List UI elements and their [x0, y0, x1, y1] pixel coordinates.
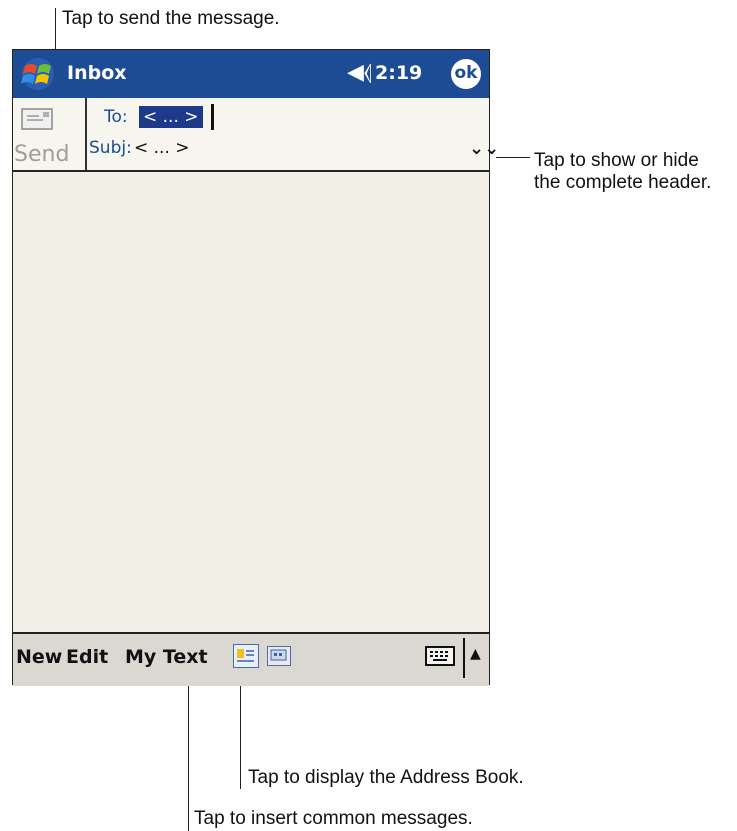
callout-send: Tap to send the message.	[62, 8, 280, 29]
callout-header-line2: the complete header.	[534, 172, 712, 193]
callout-insert-leader	[188, 671, 189, 831]
send-button[interactable]: Send	[13, 98, 87, 170]
callout-header-line1: Tap to show or hide	[534, 150, 699, 171]
text-caret	[211, 104, 214, 130]
menu-my-text[interactable]: My Text	[125, 646, 208, 668]
address-book-icon[interactable]	[233, 644, 259, 668]
windows-flag-icon	[21, 58, 54, 90]
callout-header-leader	[496, 157, 530, 158]
callout-address-book: Tap to display the Address Book.	[248, 767, 524, 788]
sip-divider	[463, 638, 465, 678]
message-body[interactable]	[13, 172, 489, 632]
callout-insert: Tap to insert common messages.	[194, 808, 473, 829]
envelope-icon	[21, 108, 53, 130]
to-label: To:	[104, 107, 128, 127]
send-label: Send	[14, 142, 70, 167]
menu-new[interactable]: New	[16, 646, 62, 668]
sip-arrow-icon[interactable]: ▲	[470, 646, 481, 662]
double-chevron-down-icon[interactable]: ⌄⌄	[469, 138, 499, 159]
device-screen: Inbox ◀⦉ 2:19 ok Send To: < ... > Subj: …	[12, 49, 499, 686]
subject-label: Subj:	[89, 138, 132, 158]
menu-bar: New Edit My Text ▲	[13, 632, 489, 686]
menu-edit[interactable]: Edit	[66, 646, 108, 668]
to-field[interactable]: < ... >	[139, 106, 203, 128]
speaker-icon[interactable]: ◀⦉	[347, 60, 372, 85]
keyboard-icon[interactable]	[425, 646, 455, 666]
start-button[interactable]	[17, 56, 59, 92]
subject-field[interactable]: < ... >	[134, 138, 190, 158]
app-title: Inbox	[67, 62, 127, 84]
ok-button[interactable]: ok	[451, 59, 481, 89]
clock[interactable]: 2:19	[375, 62, 422, 84]
callout-address-leader	[240, 671, 241, 789]
title-bar: Inbox ◀⦉ 2:19 ok	[13, 50, 489, 98]
insert-icon[interactable]	[267, 646, 291, 666]
message-header: Send To: < ... > Subj: < ... > ⌄⌄	[13, 98, 499, 172]
